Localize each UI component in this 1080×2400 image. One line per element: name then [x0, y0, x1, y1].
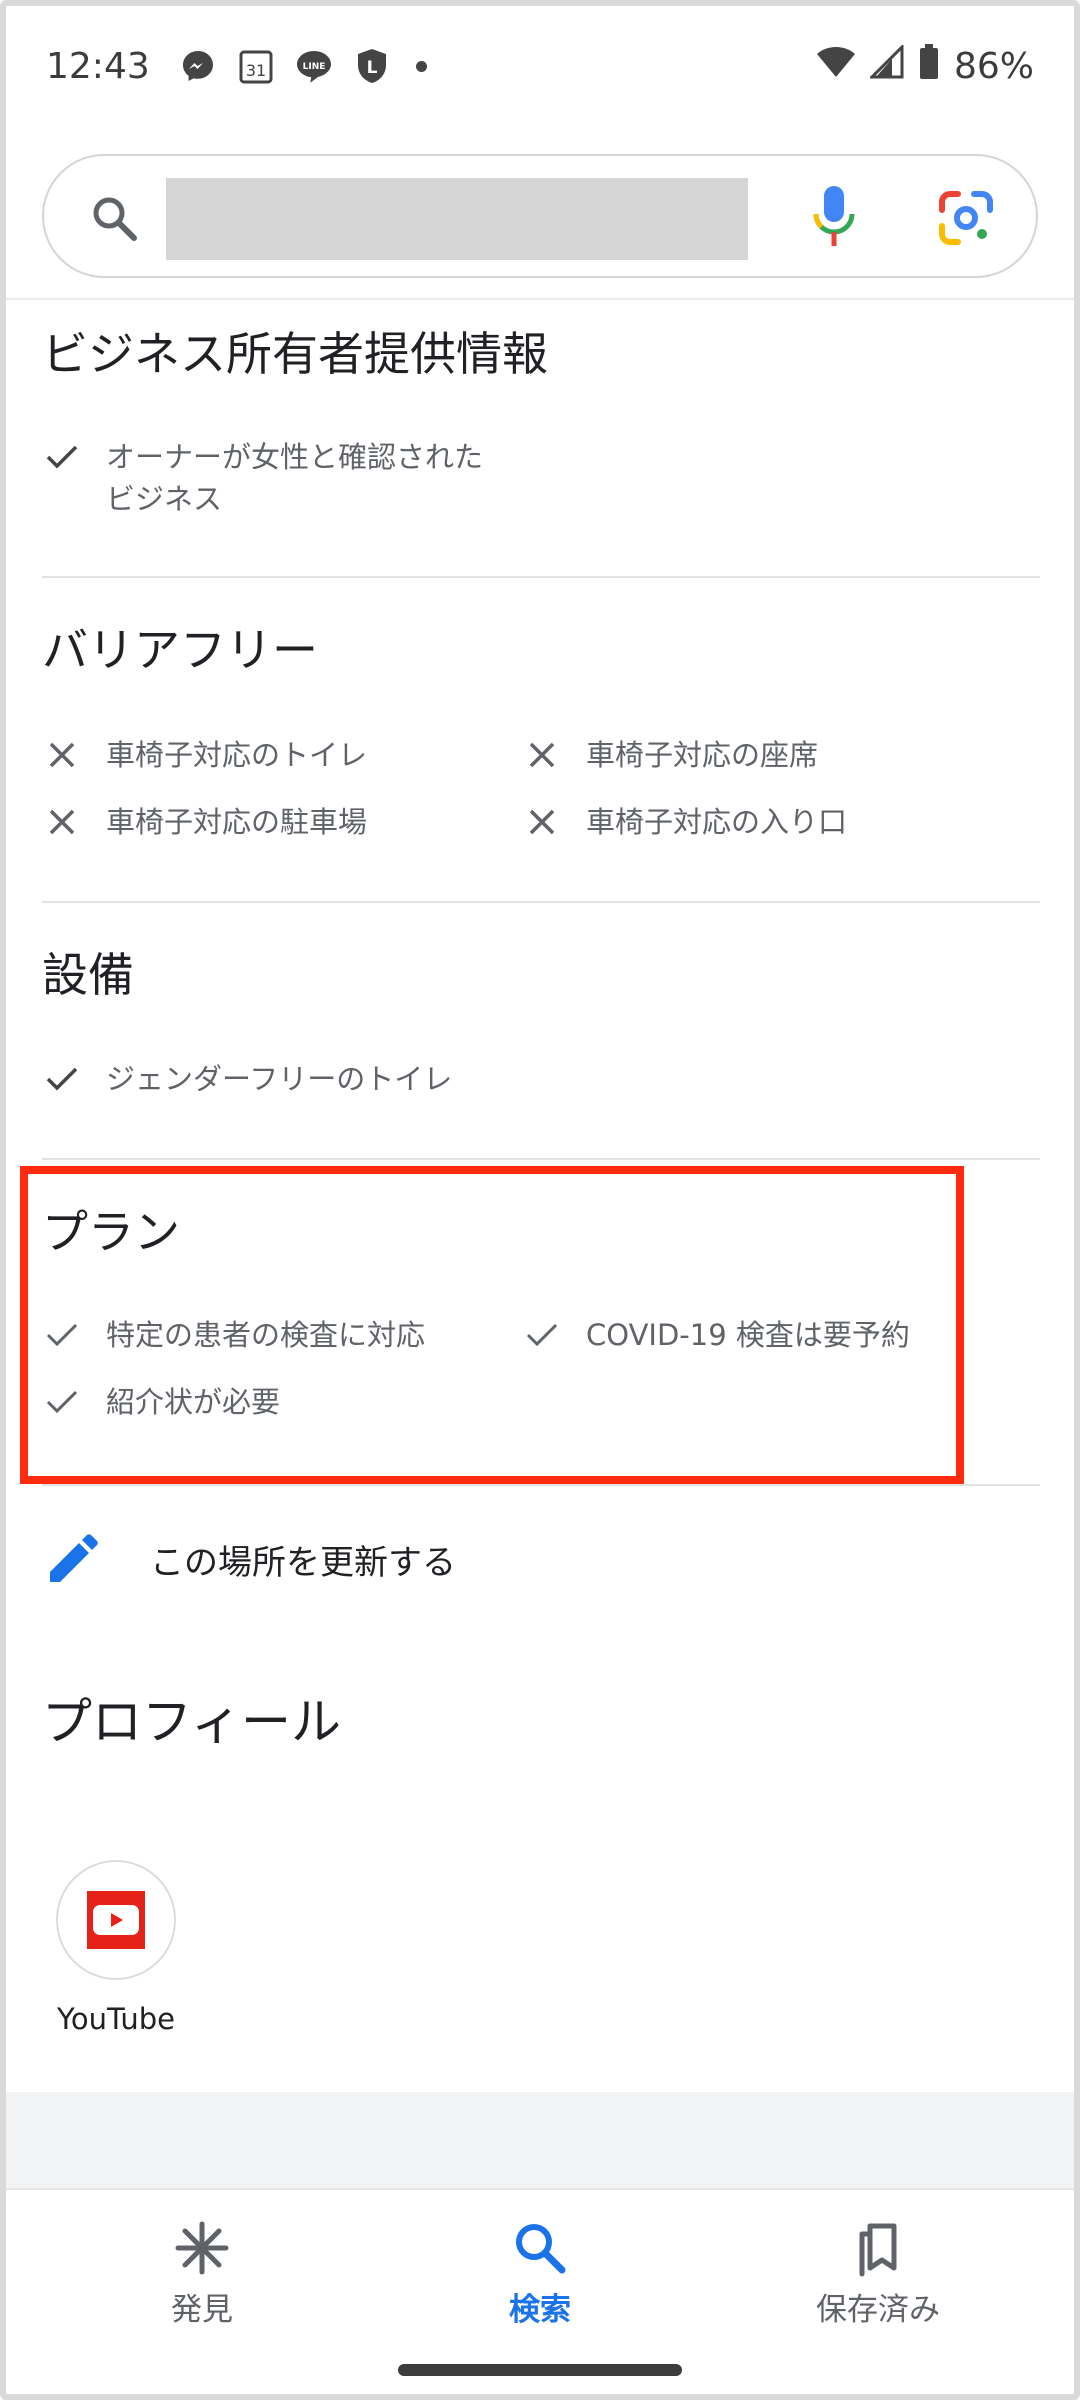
cross-icon	[522, 801, 562, 843]
profile-link-label: YouTube	[57, 2002, 175, 2036]
attribute-label: 車椅子対応の入り口	[586, 805, 848, 839]
search-header	[0, 132, 1080, 300]
section-business-info: ビジネス所有者提供情報 オーナーが女性と確認された ビジネス	[42, 318, 1040, 538]
nav-saved[interactable]: 保存済み	[748, 2216, 1008, 2329]
nav-search[interactable]: 検索	[410, 2216, 670, 2329]
notification-dot-icon	[415, 60, 427, 72]
nav-discover[interactable]: 発見	[72, 2216, 332, 2329]
check-icon	[42, 1058, 82, 1100]
divider	[42, 901, 1040, 903]
attribute-label: オーナーが女性と確認された ビジネス	[106, 440, 484, 516]
shield-l-icon: L	[352, 46, 392, 86]
check-icon	[42, 436, 82, 478]
status-time: 12:43	[46, 45, 150, 87]
nav-label: 検索	[509, 2292, 571, 2328]
profile-title: プロフィール	[42, 1693, 341, 1751]
divider	[42, 1484, 1040, 1486]
attribute-label: 車椅子対応のトイレ	[106, 738, 368, 772]
attribute-item: オーナーが女性と確認された ビジネス	[42, 436, 483, 520]
attribute-item: 車椅子対応の座席	[522, 734, 818, 776]
section-title: バリアフリー	[42, 623, 318, 677]
attribute-item: 車椅子対応の駐車場	[42, 801, 367, 843]
asterisk-icon	[175, 2221, 229, 2275]
cross-icon	[42, 801, 82, 843]
nav-label: 保存済み	[816, 2292, 940, 2328]
calendar-icon: 31	[236, 46, 276, 86]
svg-text:L: L	[366, 58, 377, 78]
section-title: ビジネス所有者提供情報	[42, 327, 548, 381]
search-icon	[516, 2224, 566, 2274]
search-input[interactable]	[166, 178, 748, 260]
calendar-day: 31	[246, 61, 266, 80]
attribute-label: 車椅子対応の駐車場	[106, 805, 368, 839]
status-bar: 12:43 31 LINE L 86%	[0, 0, 1080, 132]
section-amenities: 設備 ジェンダーフリーのトイレ	[42, 939, 1040, 1139]
battery-icon	[918, 43, 940, 90]
youtube-icon-circle	[56, 1860, 176, 1980]
microphone-icon[interactable]	[810, 184, 858, 250]
section-accessibility: バリアフリー 車椅子対応のトイレ 車椅子対応の座席 車椅子対応の駐車場 車椅子対…	[42, 614, 1040, 874]
attribute-item: 車椅子対応のトイレ	[42, 734, 367, 776]
nav-label: 発見	[171, 2292, 233, 2328]
highlight-box	[20, 1166, 964, 1484]
home-indicator[interactable]	[398, 2364, 682, 2376]
line-app-icon: LINE	[294, 46, 334, 86]
cross-icon	[522, 734, 562, 776]
divider	[42, 576, 1040, 578]
svg-text:LINE: LINE	[302, 62, 325, 72]
edit-pencil-icon	[50, 1534, 98, 1582]
cross-icon	[42, 734, 82, 776]
bookmarks-icon	[859, 2223, 897, 2277]
youtube-icon	[87, 1891, 145, 1949]
content-footer-band	[0, 2092, 1080, 2188]
search-bar[interactable]	[42, 154, 1038, 278]
cell-signal-icon	[868, 42, 904, 88]
battery-percent: 86%	[953, 45, 1034, 87]
attribute-label: 車椅子対応の座席	[586, 738, 819, 772]
attribute-label: ジェンダーフリーのトイレ	[106, 1062, 453, 1096]
google-lens-icon[interactable]	[936, 188, 996, 248]
attribute-item: ジェンダーフリーのトイレ	[42, 1058, 452, 1100]
section-title: 設備	[42, 948, 134, 1002]
update-place-label: この場所を更新する	[150, 1542, 456, 1583]
search-icon[interactable]	[88, 192, 140, 244]
messenger-icon	[178, 46, 218, 86]
update-place-link[interactable]: この場所を更新する	[42, 1514, 1040, 1604]
attribute-item: 車椅子対応の入り口	[522, 801, 847, 843]
wifi-icon	[816, 45, 856, 88]
divider	[42, 1158, 1040, 1160]
profile-link-youtube[interactable]: YouTube	[42, 1860, 190, 2036]
